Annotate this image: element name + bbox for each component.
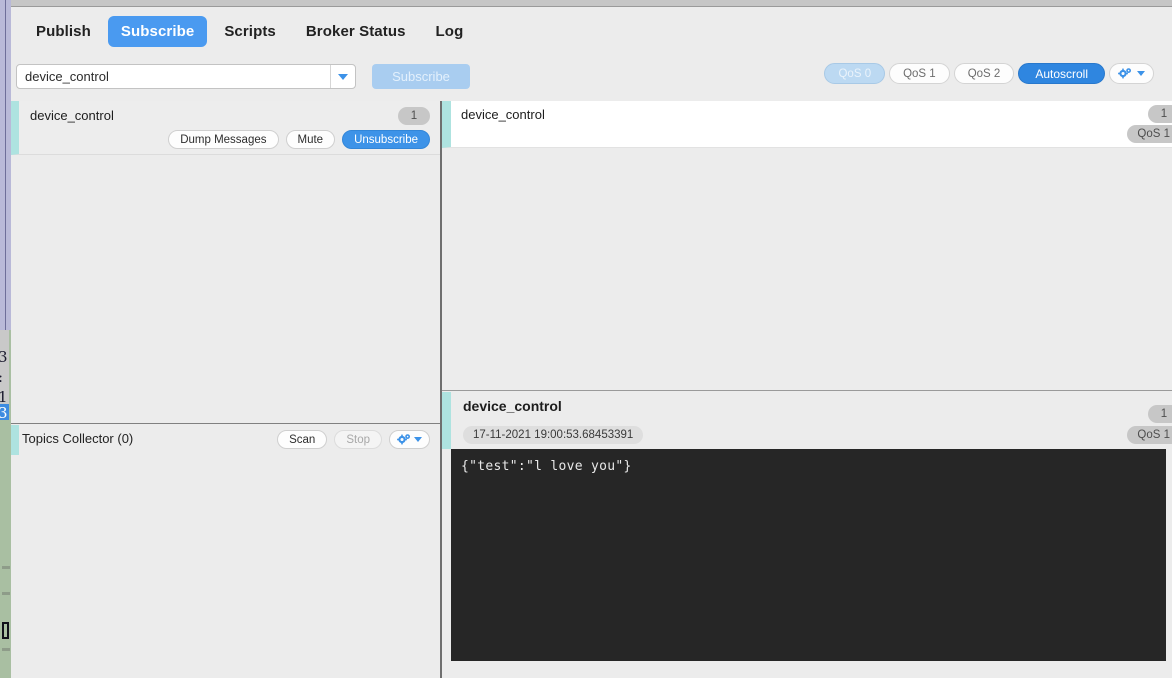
message-detail-count: 1 — [1148, 405, 1172, 423]
message-row-qos: QoS 1 — [1127, 125, 1172, 143]
tab-subscribe[interactable]: Subscribe — [107, 15, 208, 47]
subscribe-toolbar: device_control Subscribe QoS 0 QoS 1 QoS… — [11, 55, 1172, 101]
message-detail-qos: QoS 1 — [1127, 426, 1172, 444]
subscribe-button[interactable]: Subscribe — [372, 64, 470, 89]
message-detail-header: device_control 1 QoS 1 17-11-2021 19:00:… — [442, 392, 1172, 449]
message-row[interactable]: device_control 1 QoS 1 — [442, 101, 1172, 148]
dump-messages-button[interactable]: Dump Messages — [168, 130, 279, 149]
chevron-down-icon — [414, 437, 422, 442]
messages-panel: device_control 1 QoS 1 — [442, 101, 1172, 391]
subscribe-options-button[interactable] — [1109, 63, 1154, 84]
subscription-message-count: 1 — [398, 107, 430, 125]
qos-2-button[interactable]: QoS 2 — [953, 63, 1015, 84]
message-detail-panel: device_control 1 QoS 1 17-11-2021 19:00:… — [442, 392, 1172, 678]
background-window-titlebar — [0, 0, 1172, 7]
subscription-actions: Dump Messages Mute Unsubscribe — [168, 130, 430, 149]
topics-collector-title: Topics Collector (0) — [22, 431, 134, 446]
main-tabbar: Publish Subscribe Scripts Broker Status … — [11, 7, 1172, 55]
message-row-topic: device_control — [461, 107, 545, 122]
chevron-down-icon — [338, 73, 348, 80]
background-editor-gutter: 3 : 1 3 — [0, 330, 9, 422]
topics-collector-header: Topics Collector (0) Scan Stop — [11, 425, 440, 455]
topics-collector-actions: Scan Stop — [277, 430, 430, 449]
topics-collector-panel: Topics Collector (0) Scan Stop — [11, 425, 440, 678]
topics-collector-options-button[interactable] — [389, 430, 430, 449]
message-row-count: 1 — [1148, 105, 1172, 123]
topic-input[interactable]: device_control — [17, 69, 330, 84]
chevron-down-icon — [1137, 71, 1145, 76]
gears-dropdown-icon — [1118, 67, 1133, 80]
subscriptions-panel: device_control 1 Dump Messages Mute Unsu… — [11, 101, 440, 424]
subscription-topic: device_control — [30, 108, 114, 123]
message-payload[interactable]: {"test":"l love you"} — [451, 449, 1166, 661]
topics-collector-list[interactable] — [19, 455, 440, 678]
tab-log[interactable]: Log — [423, 16, 477, 47]
stop-button: Stop — [334, 430, 382, 449]
subscribe-content: device_control 1 Dump Messages Mute Unsu… — [11, 101, 1172, 678]
qos-1-button[interactable]: QoS 1 — [889, 63, 950, 84]
qos-0-button[interactable]: QoS 0 — [824, 63, 886, 84]
tab-publish[interactable]: Publish — [23, 16, 104, 47]
left-column: device_control 1 Dump Messages Mute Unsu… — [11, 101, 440, 678]
right-column: device_control 1 QoS 1 device_control 1 … — [442, 101, 1172, 678]
topic-input-group[interactable]: device_control — [16, 64, 356, 89]
toolbar-right-controls: QoS 0 QoS 1 QoS 2 Autoscroll — [824, 63, 1154, 84]
background-editor-cursor — [2, 622, 9, 639]
topic-dropdown-button[interactable] — [330, 65, 355, 88]
autoscroll-toggle[interactable]: Autoscroll — [1018, 63, 1105, 84]
tab-scripts[interactable]: Scripts — [211, 16, 289, 47]
unsubscribe-button[interactable]: Unsubscribe — [342, 130, 430, 149]
mute-button[interactable]: Mute — [285, 130, 336, 149]
message-detail-topic: device_control — [463, 398, 562, 414]
tab-broker-status[interactable]: Broker Status — [293, 16, 419, 47]
subscription-item[interactable]: device_control 1 Dump Messages Mute Unsu… — [11, 101, 440, 155]
mqtt-client-window: Publish Subscribe Scripts Broker Status … — [11, 7, 1172, 678]
background-window-left-strip — [0, 0, 11, 330]
scan-button[interactable]: Scan — [277, 430, 328, 449]
gears-dropdown-icon — [397, 433, 412, 446]
app-root: 3 : 1 3 Publish Subscribe Scripts Broker… — [0, 0, 1172, 678]
message-timestamp: 17-11-2021 19:00:53.68453391 — [463, 426, 644, 444]
